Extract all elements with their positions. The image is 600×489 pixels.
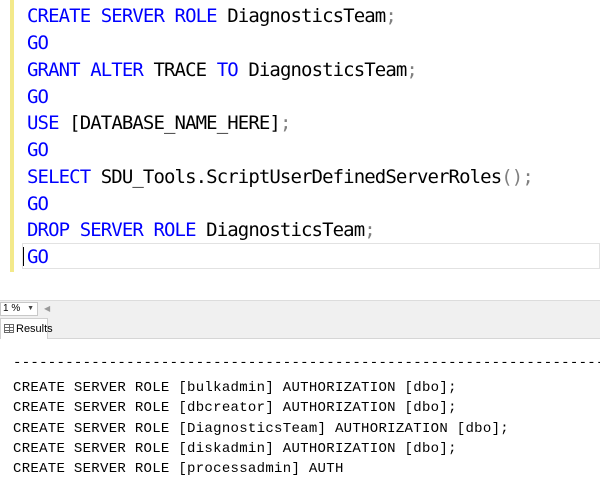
keyword: USE <box>27 112 60 134</box>
chevron-down-icon: ▼ <box>27 305 34 312</box>
identifier: [DATABASE_NAME_HERE] <box>58 112 281 134</box>
code-line[interactable]: GO <box>27 84 49 110</box>
results-tabbar: Results <box>0 317 600 339</box>
code-line[interactable]: GO <box>27 244 49 270</box>
keyword: GO <box>27 32 49 54</box>
identifier: TRACE <box>142 59 217 81</box>
code-line[interactable]: GO <box>27 191 49 217</box>
punctuation: (); <box>501 166 534 188</box>
result-row: CREATE SERVER ROLE [dbcreator] AUTHORIZA… <box>13 400 457 416</box>
keyword: GO <box>27 193 49 215</box>
keyword: TO <box>216 59 239 81</box>
keyword: GO <box>27 86 49 108</box>
identifier: DiagnosticsTeam <box>216 5 386 27</box>
grid-icon <box>4 324 14 333</box>
keyword: DROP SERVER ROLE <box>27 219 197 241</box>
keyword: SELECT <box>27 166 91 188</box>
current-line-highlight <box>22 243 600 269</box>
code-line[interactable]: SELECT SDU_Tools.ScriptUserDefinedServer… <box>27 164 534 190</box>
zoom-dropdown[interactable]: 1 % ▼ <box>0 302 38 316</box>
editor-status-strip: 1 % ▼ ◀ <box>0 300 600 317</box>
code-line[interactable]: DROP SERVER ROLE DiagnosticsTeam; <box>27 217 376 243</box>
keyword: GRANT ALTER <box>27 59 144 81</box>
punctuation: ; <box>406 59 417 81</box>
punctuation: ; <box>279 112 291 134</box>
result-row: CREATE SERVER ROLE [DiagnosticsTeam] AUT… <box>13 421 509 437</box>
identifier: DiagnosticsTeam <box>237 59 407 81</box>
result-row: CREATE SERVER ROLE [processadmin] AUTH <box>13 461 344 477</box>
changed-lines-marker <box>10 0 14 272</box>
scroll-left-icon[interactable]: ◀ <box>44 303 50 315</box>
result-row: CREATE SERVER ROLE [diskadmin] AUTHORIZA… <box>13 441 457 457</box>
tab-results-label: Results <box>16 323 53 335</box>
query-editor[interactable]: CREATE SERVER ROLE DiagnosticsTeam; GO G… <box>0 0 600 300</box>
results-separator: ----------------------------------------… <box>13 355 600 371</box>
keyword: GO <box>27 246 49 268</box>
punctuation: ; <box>385 5 396 27</box>
code-line[interactable]: GO <box>27 137 49 163</box>
code-line[interactable]: CREATE SERVER ROLE DiagnosticsTeam; <box>27 3 397 29</box>
text-caret <box>23 247 24 266</box>
keyword: CREATE SERVER ROLE <box>27 5 218 27</box>
code-line[interactable]: USE [DATABASE_NAME_HERE]; <box>27 110 291 136</box>
function-name: SDU_Tools.ScriptUserDefinedServerRoles <box>90 166 502 188</box>
identifier: DiagnosticsTeam <box>195 219 365 241</box>
code-line[interactable]: GRANT ALTER TRACE TO DiagnosticsTeam; <box>27 57 418 83</box>
punctuation: ; <box>364 219 375 241</box>
code-line[interactable]: GO <box>27 30 49 56</box>
result-row: CREATE SERVER ROLE [bulkadmin] AUTHORIZA… <box>13 380 457 396</box>
zoom-level: 1 % <box>3 303 21 314</box>
keyword: GO <box>27 139 49 161</box>
tab-results[interactable]: Results <box>0 318 53 339</box>
results-pane[interactable]: ----------------------------------------… <box>0 339 600 489</box>
